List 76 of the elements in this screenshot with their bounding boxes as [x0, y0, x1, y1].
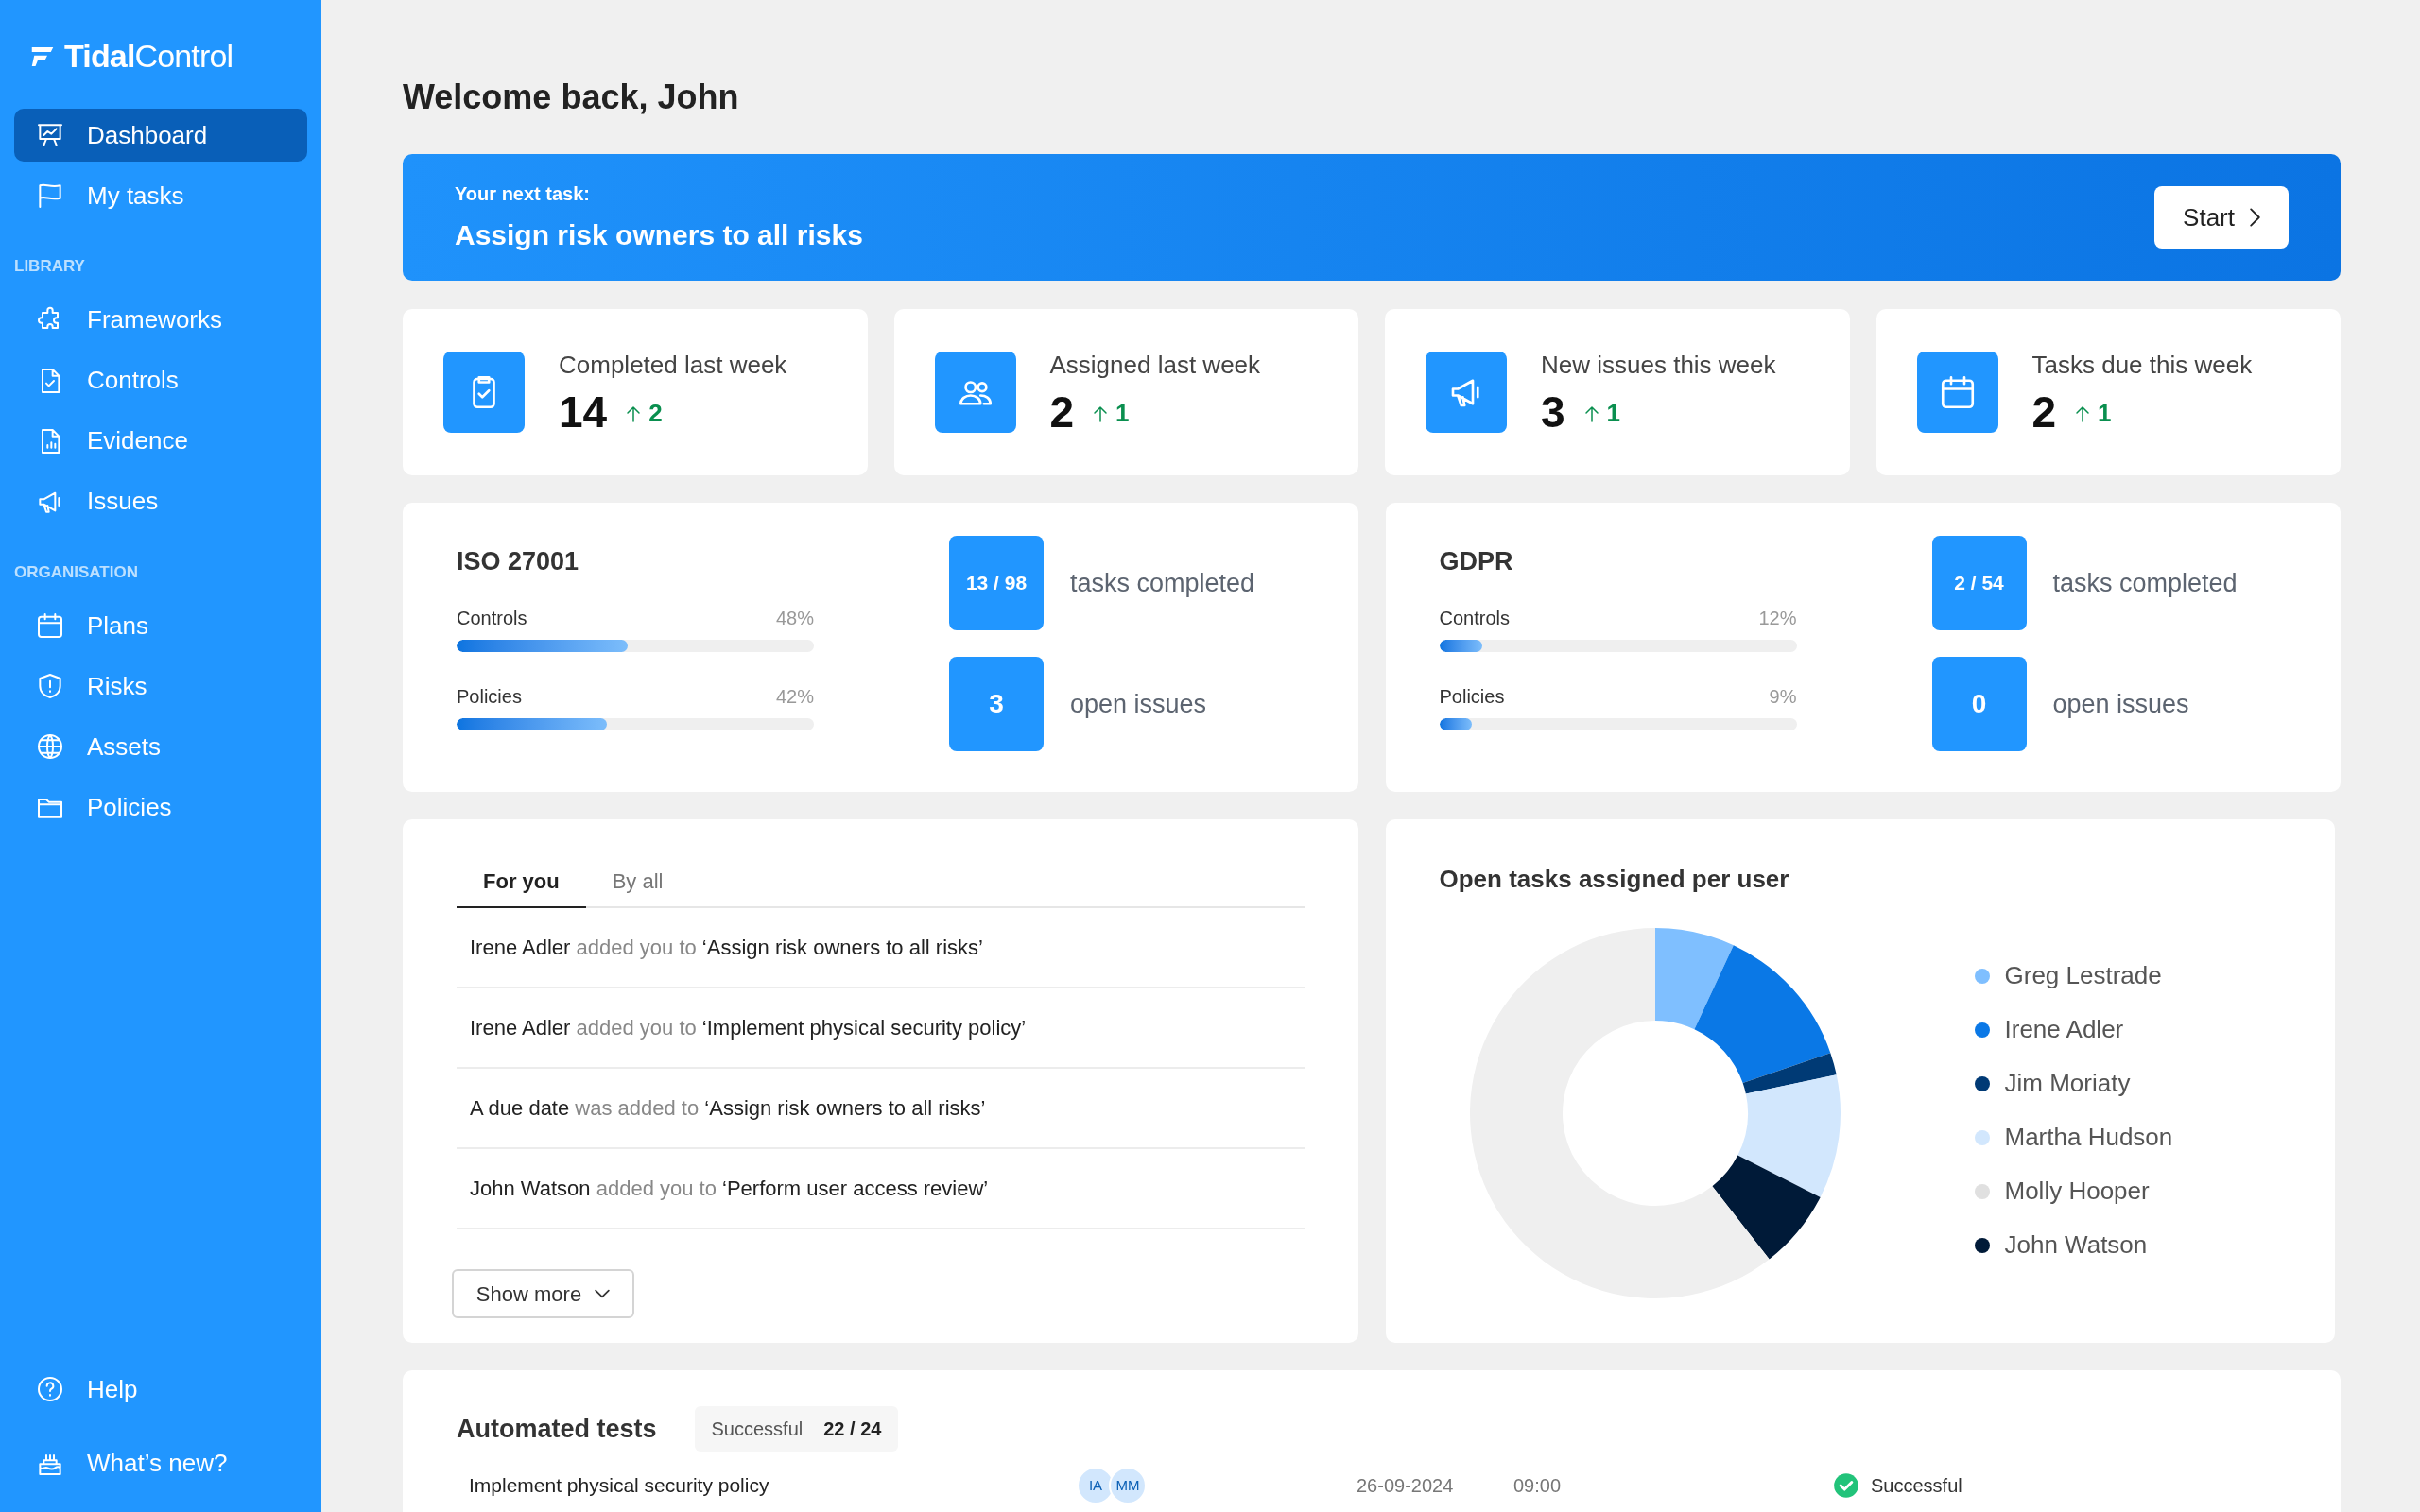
framework-title: ISO 27001 [457, 546, 579, 577]
nav-item[interactable]: Policies [14, 781, 307, 833]
section-heading: ORGANISATION [13, 561, 139, 583]
show-more-button[interactable]: Show more [452, 1269, 634, 1318]
check-circle-icon [1833, 1472, 1859, 1499]
feed-tab[interactable]: By all [585, 855, 690, 908]
legend-label: Jim Moriaty [2004, 1068, 2131, 1099]
test-status: Successful [1871, 1474, 1962, 1498]
nav-item[interactable]: Help [14, 1363, 307, 1416]
nav-item[interactable]: Controls [14, 353, 307, 407]
stat-label: Completed last week [559, 349, 787, 381]
stat-value: 2 [1049, 386, 1075, 438]
nav-item[interactable]: Plans [14, 599, 307, 652]
count-label: open issues [2052, 688, 2189, 720]
count-tile: 0 [1931, 657, 2027, 751]
count-tile: 2 / 54 [1931, 536, 2027, 630]
progress-percent: 42% [775, 684, 814, 709]
progress-percent: 48% [775, 606, 814, 630]
stat-delta: 1 [1115, 398, 1130, 429]
progress-label: Policies [457, 684, 522, 709]
count-label: tasks completed [1070, 567, 1255, 599]
page-title: Welcome back, John [403, 77, 739, 118]
count-tile: 13 / 98 [949, 536, 1044, 630]
logo-text: TidalControl [64, 37, 233, 76]
chart-title: Open tasks assigned per user [1439, 864, 1789, 895]
framework-title: GDPR [1439, 546, 1513, 577]
legend-label: Irene Adler [2004, 1014, 2124, 1045]
start-button[interactable]: Start [2154, 186, 2289, 249]
chevron-down-icon [595, 1289, 611, 1298]
activity-entry: Irene Adler added you to ‘Implement physical security policy’ [470, 1015, 1027, 1041]
calendar-icon [35, 610, 65, 641]
stat-label: Tasks due this week [2031, 349, 2253, 381]
nav-item[interactable]: What’s new? [14, 1436, 307, 1489]
stat-label: New issues this week [1541, 349, 1776, 381]
nav-item[interactable]: Issues [14, 474, 307, 528]
legend-label: John Watson [2004, 1229, 2148, 1261]
test-date: 26-09-2024 [1357, 1474, 1455, 1498]
activity-entry: Irene Adler added you to ‘Assign risk owners to all risks’ [470, 935, 983, 961]
nav-item[interactable]: Risks [14, 660, 307, 713]
nav-item[interactable]: My tasks [14, 169, 307, 222]
count-label: tasks completed [2052, 567, 2238, 599]
activity-entry: A due date was added to ‘Assign risk owners to all risks’ [470, 1095, 986, 1122]
chevron-right-icon [2250, 208, 2260, 227]
test-name: Implement physical security policy [469, 1473, 770, 1499]
stat-value: 3 [1541, 386, 1565, 438]
legend-label: Molly Hooper [2004, 1176, 2150, 1207]
legend-label: Greg Lestrade [2004, 960, 2162, 991]
user-avatar: MM [1109, 1467, 1147, 1504]
nav-item[interactable]: Frameworks [14, 293, 307, 347]
test-time: 09:00 [1513, 1474, 1563, 1498]
nav-item[interactable]: Assets [14, 720, 307, 773]
section-heading: LIBRARY [13, 256, 86, 277]
progress-label: Policies [1439, 684, 1505, 709]
stat-delta: 2 [648, 398, 663, 429]
count-tile: 3 [949, 657, 1044, 751]
stat-value: 14 [559, 386, 608, 438]
stat-label: Assigned last week [1049, 349, 1261, 381]
globe-icon [35, 731, 65, 762]
help-icon [35, 1374, 65, 1404]
progress-percent: 12% [1758, 606, 1797, 630]
banner-label: Your next task: [455, 181, 590, 206]
activity-entry: John Watson added you to ‘Perform user access review’ [470, 1176, 989, 1202]
success-count-badge: Successful 22 / 24 [694, 1406, 899, 1452]
stat-value: 2 [2031, 386, 2057, 438]
legend-label: Martha Hudson [2004, 1122, 2173, 1153]
task-title: Assign risk owners to all risks [455, 217, 863, 252]
progress-percent: 9% [1769, 684, 1797, 709]
progress-label: Controls [457, 606, 527, 630]
nav-item[interactable]: Dashboard [14, 109, 307, 162]
stat-delta: 1 [1606, 398, 1621, 429]
count-label: open issues [1070, 688, 1207, 720]
progress-label: Controls [1439, 606, 1510, 630]
stat-delta: 1 [2098, 398, 2112, 429]
nav-item[interactable]: Evidence [14, 414, 307, 468]
feed-tab[interactable]: For you [457, 855, 586, 908]
section-title: Automated tests [457, 1413, 657, 1445]
